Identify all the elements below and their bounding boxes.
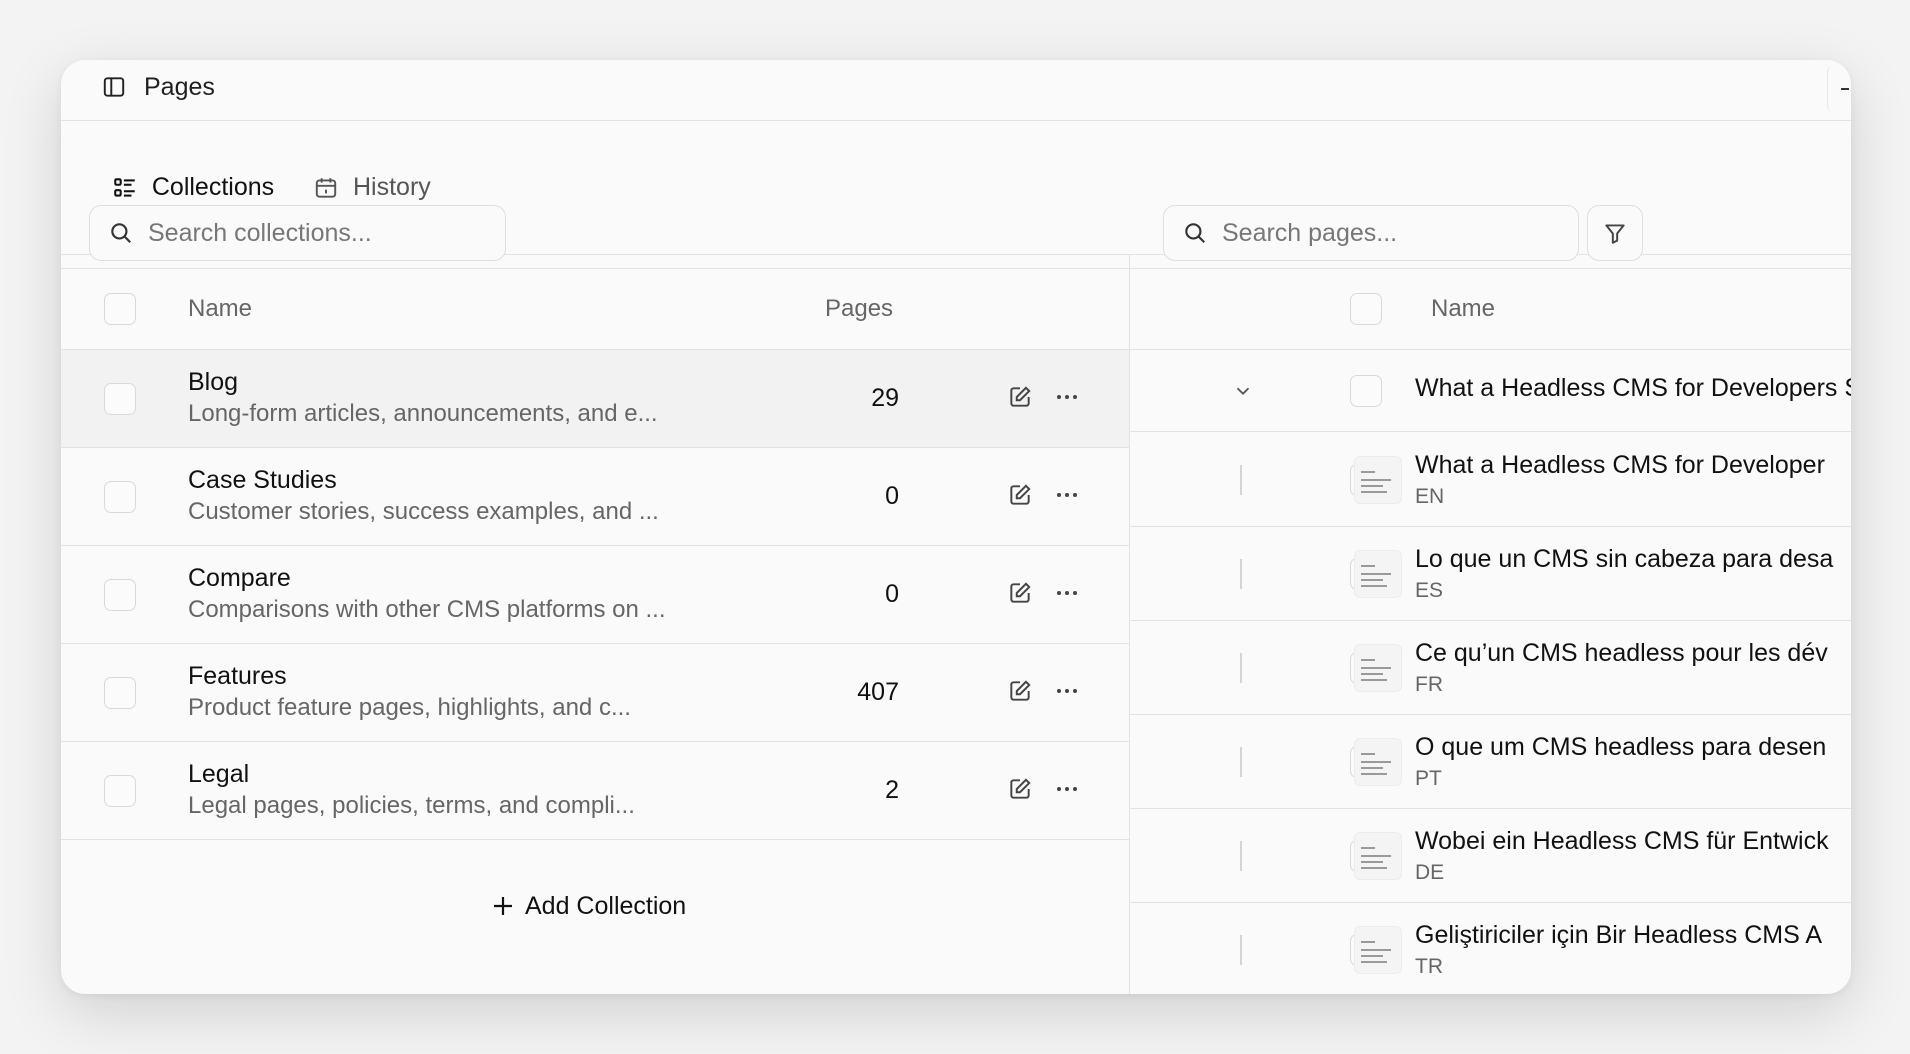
page-thumbnail (1354, 832, 1402, 880)
page-language: PT (1415, 767, 1442, 790)
collections-name-header[interactable]: Name (188, 295, 252, 323)
page-row-child[interactable]: O que um CMS headless para desen PT (1130, 715, 1851, 809)
collection-row-blog[interactable]: Blog Long-form articles, announcements, … (61, 350, 1129, 448)
more-options-icon[interactable] (1053, 678, 1081, 704)
page-language: DE (1415, 861, 1445, 884)
add-collection-button[interactable]: Add Collection (491, 886, 686, 926)
collection-checkbox[interactable] (104, 775, 136, 807)
page-title: Ce qu’un CMS headless pour les dév (1415, 639, 1828, 667)
page-language: EN (1415, 485, 1445, 508)
plus-icon (494, 897, 512, 915)
edit-icon[interactable] (1007, 678, 1033, 704)
chevron-down-icon[interactable] (1232, 380, 1254, 402)
page-title: Wobei ein Headless CMS für Entwick (1415, 827, 1829, 855)
page-thumbnail (1354, 926, 1402, 974)
search-pages[interactable] (1163, 205, 1579, 261)
more-options-icon[interactable] (1053, 776, 1081, 802)
page-title: Geliştiriciler için Bir Headless CMS A (1415, 921, 1823, 949)
search-pages-input[interactable] (1222, 218, 1578, 248)
collection-checkbox[interactable] (104, 677, 136, 709)
pages-name-header[interactable]: Name (1431, 295, 1495, 323)
pages-header-top-border (1130, 268, 1851, 269)
edit-icon[interactable] (1007, 384, 1033, 410)
calendar-icon (315, 177, 337, 198)
page-row-child[interactable]: Lo que un CMS sin cabeza para desa ES (1130, 527, 1851, 621)
select-all-pages-checkbox[interactable] (1350, 293, 1382, 325)
page-language: TR (1415, 955, 1443, 978)
page-language: FR (1415, 673, 1443, 696)
collection-page-count: 29 (871, 384, 899, 412)
collection-name: Compare (188, 564, 291, 592)
search-icon (1185, 223, 1205, 243)
tab-collections-label: Collections (151, 173, 275, 201)
page-thumbnail (1354, 550, 1402, 598)
collection-description: Customer stories, success examples, and … (188, 498, 659, 525)
page-thumbnail (1354, 644, 1402, 692)
collection-name: Legal (188, 760, 250, 788)
list-icon (114, 177, 135, 197)
collection-page-count: 407 (857, 678, 899, 706)
page-checkbox[interactable] (1350, 375, 1382, 407)
more-options-icon[interactable] (1053, 384, 1081, 410)
page-title: O que um CMS headless para desen (1415, 733, 1827, 761)
tree-line (1240, 465, 1242, 495)
collection-description: Product feature pages, highlights, and c… (188, 694, 631, 721)
sidebar-toggle-icon[interactable] (101, 74, 127, 100)
filter-icon (1605, 224, 1625, 244)
collection-name: Features (188, 662, 287, 690)
more-options-icon[interactable] (1053, 482, 1081, 508)
collection-page-count: 0 (885, 482, 899, 510)
edit-icon[interactable] (1007, 776, 1033, 802)
search-collections-input[interactable] (148, 218, 505, 248)
collection-checkbox[interactable] (104, 481, 136, 513)
tree-line (1240, 935, 1242, 965)
edit-icon[interactable] (1007, 580, 1033, 606)
collection-name: Blog (188, 368, 239, 396)
filter-button[interactable] (1587, 205, 1643, 261)
tab-history-label: History (353, 173, 431, 201)
tree-line (1240, 747, 1242, 777)
tree-line (1240, 653, 1242, 683)
collection-checkbox[interactable] (104, 579, 136, 611)
collection-row-case-studies[interactable]: Case Studies Customer stories, success e… (61, 448, 1129, 546)
edit-icon[interactable] (1007, 482, 1033, 508)
collections-header-top-border (61, 268, 1129, 269)
collection-row-features[interactable]: Features Product feature pages, highligh… (61, 644, 1129, 742)
title-bar: Pages (61, 60, 1851, 121)
page-language: ES (1415, 579, 1444, 602)
more-options-icon[interactable] (1053, 580, 1081, 606)
page-title: What a Headless CMS for Developers Sho (1415, 374, 1851, 402)
page-row-parent[interactable]: What a Headless CMS for Developers Sho (1130, 350, 1851, 432)
collection-description: Comparisons with other CMS platforms on … (188, 596, 666, 623)
select-all-collections-checkbox[interactable] (104, 293, 136, 325)
search-icon (111, 223, 131, 243)
collections-pages-header[interactable]: Pages (825, 295, 893, 323)
collection-description: Long-form articles, announcements, and e… (188, 400, 658, 427)
add-collection-label: Add Collection (525, 891, 687, 920)
page-row-child[interactable]: Geliştiriciler için Bir Headless CMS A T… (1130, 903, 1851, 994)
collection-row-legal[interactable]: Legal Legal pages, policies, terms, and … (61, 742, 1129, 840)
window-title: Pages (144, 73, 215, 101)
collection-checkbox[interactable] (104, 383, 136, 415)
tree-line (1240, 841, 1242, 871)
page-thumbnail (1354, 456, 1402, 504)
page-title: What a Headless CMS for Developer (1415, 451, 1825, 479)
collection-description: Legal pages, policies, terms, and compli… (188, 792, 635, 819)
page-row-child[interactable]: Wobei ein Headless CMS für Entwick DE (1130, 809, 1851, 903)
collection-row-compare[interactable]: Compare Comparisons with other CMS platf… (61, 546, 1129, 644)
page-row-child[interactable]: What a Headless CMS for Developer EN (1130, 433, 1851, 527)
tree-line (1240, 559, 1242, 589)
pages-window: Pages Collections History Search collect… (61, 60, 1851, 994)
page-row-child[interactable]: Ce qu’un CMS headless pour les dév FR (1130, 621, 1851, 715)
window-corner-control[interactable] (1827, 66, 1851, 112)
collection-name: Case Studies (188, 466, 337, 494)
collection-page-count: 2 (885, 776, 899, 804)
page-thumbnail (1354, 738, 1402, 786)
page-title: Lo que un CMS sin cabeza para desa (1415, 545, 1834, 573)
search-collections[interactable] (89, 205, 506, 261)
collection-page-count: 0 (885, 580, 899, 608)
